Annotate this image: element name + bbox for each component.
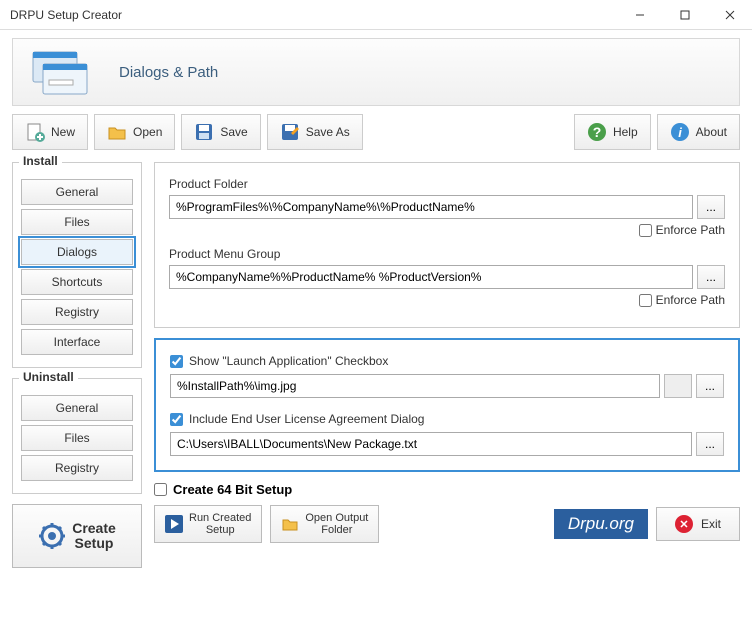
sidebar-item-general[interactable]: General — [21, 179, 133, 205]
product-folder-input[interactable] — [169, 195, 693, 219]
exit-label: Exit — [701, 517, 721, 531]
sidebar-uninstall-files[interactable]: Files — [21, 425, 133, 451]
toolbar: New Open Save Save As ? Help i About — [12, 114, 740, 154]
window-title: DRPU Setup Creator — [10, 8, 617, 22]
sidebar-item-interface[interactable]: Interface — [21, 329, 133, 355]
bottom-area: Create 64 Bit Setup Run Created Setup Op… — [154, 482, 740, 543]
dialogs-group: Show "Launch Application" Checkbox ... I… — [154, 338, 740, 472]
launch-path-input[interactable] — [170, 374, 660, 398]
folder-icon — [281, 515, 299, 533]
new-icon — [25, 122, 45, 142]
svg-text:i: i — [678, 125, 682, 140]
open-output-folder-button[interactable]: Open Output Folder — [270, 505, 379, 543]
help-label: Help — [613, 125, 638, 139]
save-as-label: Save As — [306, 125, 350, 139]
about-label: About — [696, 125, 727, 139]
show-launch-label: Show "Launch Application" Checkbox — [189, 354, 388, 368]
svg-text:?: ? — [593, 124, 602, 140]
show-launch-row[interactable]: Show "Launch Application" Checkbox — [170, 354, 724, 368]
enforce-path-1-checkbox[interactable] — [639, 224, 652, 237]
sidebar-item-registry[interactable]: Registry — [21, 299, 133, 325]
uninstall-group-label: Uninstall — [19, 370, 78, 384]
launch-path-disabled-button — [664, 374, 692, 398]
create-64bit-row[interactable]: Create 64 Bit Setup — [154, 482, 740, 497]
product-menu-label: Product Menu Group — [169, 247, 725, 261]
close-button[interactable] — [707, 0, 752, 30]
open-icon — [107, 122, 127, 142]
show-launch-checkbox[interactable] — [170, 355, 183, 368]
eula-checkbox[interactable] — [170, 413, 183, 426]
save-label: Save — [220, 125, 247, 139]
create-setup-label: Create Setup — [72, 521, 116, 552]
launch-path-browse-button[interactable]: ... — [696, 374, 724, 398]
save-button[interactable]: Save — [181, 114, 260, 150]
titlebar: DRPU Setup Creator — [0, 0, 752, 30]
eula-row[interactable]: Include End User License Agreement Dialo… — [170, 412, 724, 426]
minimize-button[interactable] — [617, 0, 662, 30]
install-group-label: Install — [19, 154, 62, 168]
help-button[interactable]: ? Help — [574, 114, 651, 150]
uninstall-group: Uninstall General Files Registry — [12, 378, 142, 494]
eula-path-input[interactable] — [170, 432, 692, 456]
enforce-path-2-checkbox[interactable] — [639, 294, 652, 307]
sidebar-uninstall-general[interactable]: General — [21, 395, 133, 421]
enforce-path-1[interactable]: Enforce Path — [639, 223, 725, 237]
header-banner: Dialogs & Path — [12, 38, 740, 106]
install-group: Install General Files Dialogs Shortcuts … — [12, 162, 142, 368]
sidebar-uninstall-registry[interactable]: Registry — [21, 455, 133, 481]
product-menu-input[interactable] — [169, 265, 693, 289]
create-64bit-checkbox[interactable] — [154, 483, 167, 496]
save-icon — [194, 122, 214, 142]
product-folder-label: Product Folder — [169, 177, 725, 191]
eula-browse-button[interactable]: ... — [696, 432, 724, 456]
exit-button[interactable]: ✕ Exit — [656, 507, 740, 541]
sidebar-item-files[interactable]: Files — [21, 209, 133, 235]
page-title: Dialogs & Path — [119, 64, 218, 81]
paths-group: Product Folder ... Enforce Path Product … — [154, 162, 740, 328]
play-icon — [165, 515, 183, 533]
sidebar-item-shortcuts[interactable]: Shortcuts — [21, 269, 133, 295]
open-label: Open — [133, 125, 162, 139]
dialogs-icon — [29, 50, 89, 95]
content-area: Product Folder ... Enforce Path Product … — [154, 162, 740, 568]
product-menu-browse-button[interactable]: ... — [697, 265, 725, 289]
new-label: New — [51, 125, 75, 139]
about-icon: i — [670, 122, 690, 142]
new-button[interactable]: New — [12, 114, 88, 150]
create-setup-button[interactable]: Create Setup — [12, 504, 142, 568]
run-created-setup-button[interactable]: Run Created Setup — [154, 505, 262, 543]
product-folder-browse-button[interactable]: ... — [697, 195, 725, 219]
maximize-button[interactable] — [662, 0, 707, 30]
about-button[interactable]: i About — [657, 114, 740, 150]
run-created-label: Run Created Setup — [189, 512, 251, 536]
eula-label: Include End User License Agreement Dialo… — [189, 412, 424, 426]
sidebar: Install General Files Dialogs Shortcuts … — [12, 162, 142, 568]
enforce-path-2[interactable]: Enforce Path — [639, 293, 725, 307]
watermark: Drpu.org — [554, 509, 648, 539]
sidebar-item-dialogs[interactable]: Dialogs — [21, 239, 133, 265]
help-icon: ? — [587, 122, 607, 142]
open-button[interactable]: Open — [94, 114, 175, 150]
gear-icon — [38, 522, 66, 550]
open-output-label: Open Output Folder — [305, 512, 368, 536]
save-as-button[interactable]: Save As — [267, 114, 363, 150]
create-64bit-label: Create 64 Bit Setup — [173, 482, 292, 497]
save-as-icon — [280, 122, 300, 142]
close-icon: ✕ — [675, 515, 693, 533]
